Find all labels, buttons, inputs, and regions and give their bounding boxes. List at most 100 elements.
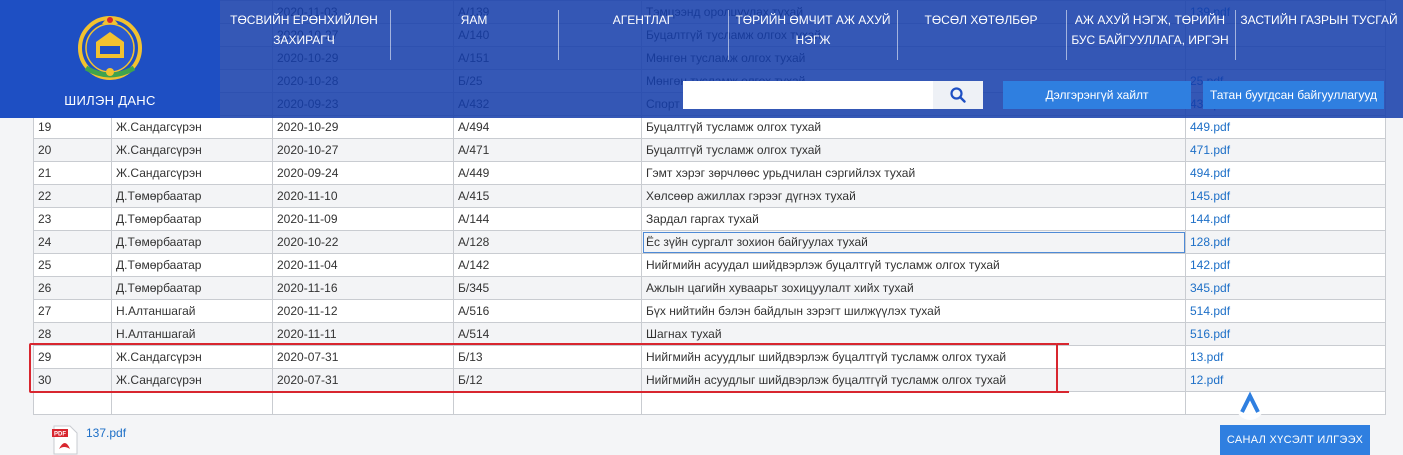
- svg-text:PDF: PDF: [54, 432, 66, 438]
- table-row: 26 Д.Төмөрбаатар 2020-11-16 Б/345 Ажлын цаги…: [33, 276, 1386, 300]
- logo-text: ШИЛЭН ДАНС: [64, 93, 156, 108]
- table-row: 21 Ж.Сандагсүрэн 2020-09-24 А/449 Гэмт хэрэг…: [33, 161, 1386, 185]
- nav-label: ТӨРИЙН ӨМЧИТ АЖ АХУЙ: [735, 13, 891, 27]
- cell-date: 2020-11-09: [272, 207, 454, 231]
- cell-no: 19: [33, 115, 112, 139]
- advanced-search-button[interactable]: Дэлгэрэнгүй хайлт: [1003, 81, 1191, 109]
- cell-subject: Ёс зүйн сургалт зохион байгуулах тухай: [641, 230, 1186, 254]
- search-input[interactable]: [683, 81, 933, 109]
- cell-name: Ж.Сандагсүрэн: [111, 161, 273, 185]
- cell-code: А/128: [453, 230, 642, 254]
- nav-label: АЖ АХУЙ НЭГЖ, ТӨРИЙН: [1074, 13, 1226, 27]
- cell-subject: Бүх нийтийн бэлэн байдлын зэрэгт шилжүүл…: [641, 299, 1186, 323]
- pdf-link[interactable]: 345.pdf: [1190, 281, 1230, 295]
- nav-item-ministry[interactable]: ЯАМ: [391, 10, 557, 68]
- chat-badge[interactable]: [1232, 386, 1392, 422]
- cell-name: Н.Алтаншагай: [111, 299, 273, 323]
- cell-code: Б/345: [453, 276, 642, 300]
- cell-name: Д.Төмөрбаатар: [111, 230, 273, 254]
- table-row: 25 Д.Төмөрбаатар 2020-11-04 А/142 Нийгмийн а…: [33, 253, 1386, 277]
- cell-no: 25: [33, 253, 112, 277]
- pdf-file-icon: PDF: [52, 425, 78, 455]
- cell-file[interactable]: 144.pdf: [1185, 207, 1386, 231]
- cell-subject: [641, 391, 1186, 415]
- cell-code: [453, 391, 642, 415]
- cell-name: Ж.Сандагсүрэн: [111, 138, 273, 162]
- table-row: 20 Ж.Сандагсүрэн 2020-10-27 А/471 Буцалтгүй …: [33, 138, 1386, 162]
- cell-no: 24: [33, 230, 112, 254]
- pdf-link[interactable]: 13.pdf: [1190, 350, 1223, 364]
- nav-label: ЗАСТИЙН ГАЗРЫН ТУСГАЙ: [1240, 13, 1398, 27]
- cell-file[interactable]: 142.pdf: [1185, 253, 1386, 277]
- pdf-link[interactable]: 145.pdf: [1190, 189, 1230, 203]
- pdf-link[interactable]: 494.pdf: [1190, 166, 1230, 180]
- cell-no: 21: [33, 161, 112, 185]
- cell-name: Д.Төмөрбаатар: [111, 276, 273, 300]
- table-row: 19 Ж.Сандагсүрэн 2020-10-29 А/494 Буцалтгүй …: [33, 115, 1386, 139]
- dissolved-organizations-button[interactable]: Татан буугдсан байгууллагууд: [1203, 81, 1384, 109]
- nav-item-budget-governor[interactable]: ТӨСВИЙН ЕРӨНХИЙЛӨН ЗАХИРАГЧ: [220, 10, 388, 68]
- nav-label: ТӨСВИЙН ЕРӨНХИЙЛӨН: [230, 13, 378, 27]
- attachment-link[interactable]: PDF 137.pdf: [50, 425, 126, 455]
- cell-file[interactable]: 128.pdf: [1185, 230, 1386, 254]
- cell-subject: Хөлсөөр ажиллах гэрээг дүгнэх тухай: [641, 184, 1186, 208]
- nav-label: ЗАХИРАГЧ: [273, 33, 335, 47]
- pdf-link[interactable]: 449.pdf: [1190, 120, 1230, 134]
- search-button[interactable]: [933, 81, 983, 109]
- cell-code: А/415: [453, 184, 642, 208]
- cell-no: 27: [33, 299, 112, 323]
- nav-label: АГЕНТЛАГ: [612, 13, 674, 27]
- nav-item-agency[interactable]: АГЕНТЛАГ: [559, 10, 727, 68]
- pdf-link[interactable]: 12.pdf: [1190, 373, 1223, 387]
- cell-date: 2020-11-04: [272, 253, 454, 277]
- cell-no: 20: [33, 138, 112, 162]
- cell-subject: Зардал гаргах тухай: [641, 207, 1186, 231]
- cell-no: 26: [33, 276, 112, 300]
- pdf-link[interactable]: 128.pdf: [1190, 235, 1230, 249]
- pdf-link[interactable]: 471.pdf: [1190, 143, 1230, 157]
- table-row: 24 Д.Төмөрбаатар 2020-10-22 А/128 Ёс зүйн су…: [33, 230, 1386, 254]
- cell-file[interactable]: 13.pdf: [1185, 345, 1386, 369]
- highlight-annotation-edge: [1057, 391, 1069, 393]
- cell-file[interactable]: 514.pdf: [1185, 299, 1386, 323]
- table-row: 22 Д.Төмөрбаатар 2020-11-10 А/415 Хөлсөөр аж…: [33, 184, 1386, 208]
- cell-file[interactable]: 145.pdf: [1185, 184, 1386, 208]
- pdf-link[interactable]: 144.pdf: [1190, 212, 1230, 226]
- nav-item-special-agency[interactable]: ЗАСТИЙН ГАЗРЫН ТУСГАЙ: [1236, 10, 1402, 68]
- cell-no: 23: [33, 207, 112, 231]
- logo-block[interactable]: ШИЛЭН ДАНС: [0, 0, 220, 118]
- nav-item-projects[interactable]: ТӨСӨЛ ХӨТӨЛБӨР: [898, 10, 1064, 68]
- cell-file[interactable]: 516.pdf: [1185, 322, 1386, 346]
- cell-subject: Нийгмийн асуудал шийдвэрлэж буцалтгүй ту…: [641, 253, 1186, 277]
- cell-subject: Буцалтгүй тусламж олгох тухай: [641, 115, 1186, 139]
- main-nav: ТӨСВИЙН ЕРӨНХИЙЛӨН ЗАХИРАГЧ ЯАМ АГЕНТЛАГ …: [220, 0, 1403, 72]
- cell-no: 22: [33, 184, 112, 208]
- search-icon: [950, 87, 966, 103]
- cell-name: [111, 391, 273, 415]
- nav-item-state-owned[interactable]: ТӨРИЙН ӨМЧИТ АЖ АХУЙ НЭГЖ: [729, 10, 897, 68]
- cell-file[interactable]: 345.pdf: [1185, 276, 1386, 300]
- cell-name: Ж.Сандагсүрэн: [111, 115, 273, 139]
- nav-item-ngo-citizen[interactable]: АЖ АХУЙ НЭГЖ, ТӨРИЙН БУС БАЙГУУЛЛАГА, ИРГ…: [1067, 10, 1233, 68]
- cell-code: А/142: [453, 253, 642, 277]
- pdf-link[interactable]: 514.pdf: [1190, 304, 1230, 318]
- cell-subject: Гэмт хэрэг зөрчлөөс урьдчилан сэргийлэх …: [641, 161, 1186, 185]
- attachment-label[interactable]: 137.pdf: [86, 426, 126, 440]
- cell-date: 2020-10-22: [272, 230, 454, 254]
- cell-file[interactable]: 494.pdf: [1185, 161, 1386, 185]
- highlight-annotation-edge: [1057, 343, 1069, 345]
- table-row: [33, 391, 1386, 415]
- cell-code: А/144: [453, 207, 642, 231]
- cell-code: А/471: [453, 138, 642, 162]
- cell-date: 2020-10-29: [272, 115, 454, 139]
- pdf-link[interactable]: 516.pdf: [1190, 327, 1230, 341]
- send-feedback-button[interactable]: САНАЛ ХҮСЭЛТ ИЛГЭЭХ: [1220, 425, 1370, 455]
- cell-file[interactable]: 471.pdf: [1185, 138, 1386, 162]
- cell-date: 2020-11-12: [272, 299, 454, 323]
- cell-date: 2020-11-10: [272, 184, 454, 208]
- table-row: 23 Д.Төмөрбаатар 2020-11-09 А/144 Зардал гар…: [33, 207, 1386, 231]
- nav-label: НЭГЖ: [795, 33, 831, 47]
- cell-file[interactable]: 449.pdf: [1185, 115, 1386, 139]
- chat-logo-icon: [1236, 391, 1372, 420]
- pdf-link[interactable]: 142.pdf: [1190, 258, 1230, 272]
